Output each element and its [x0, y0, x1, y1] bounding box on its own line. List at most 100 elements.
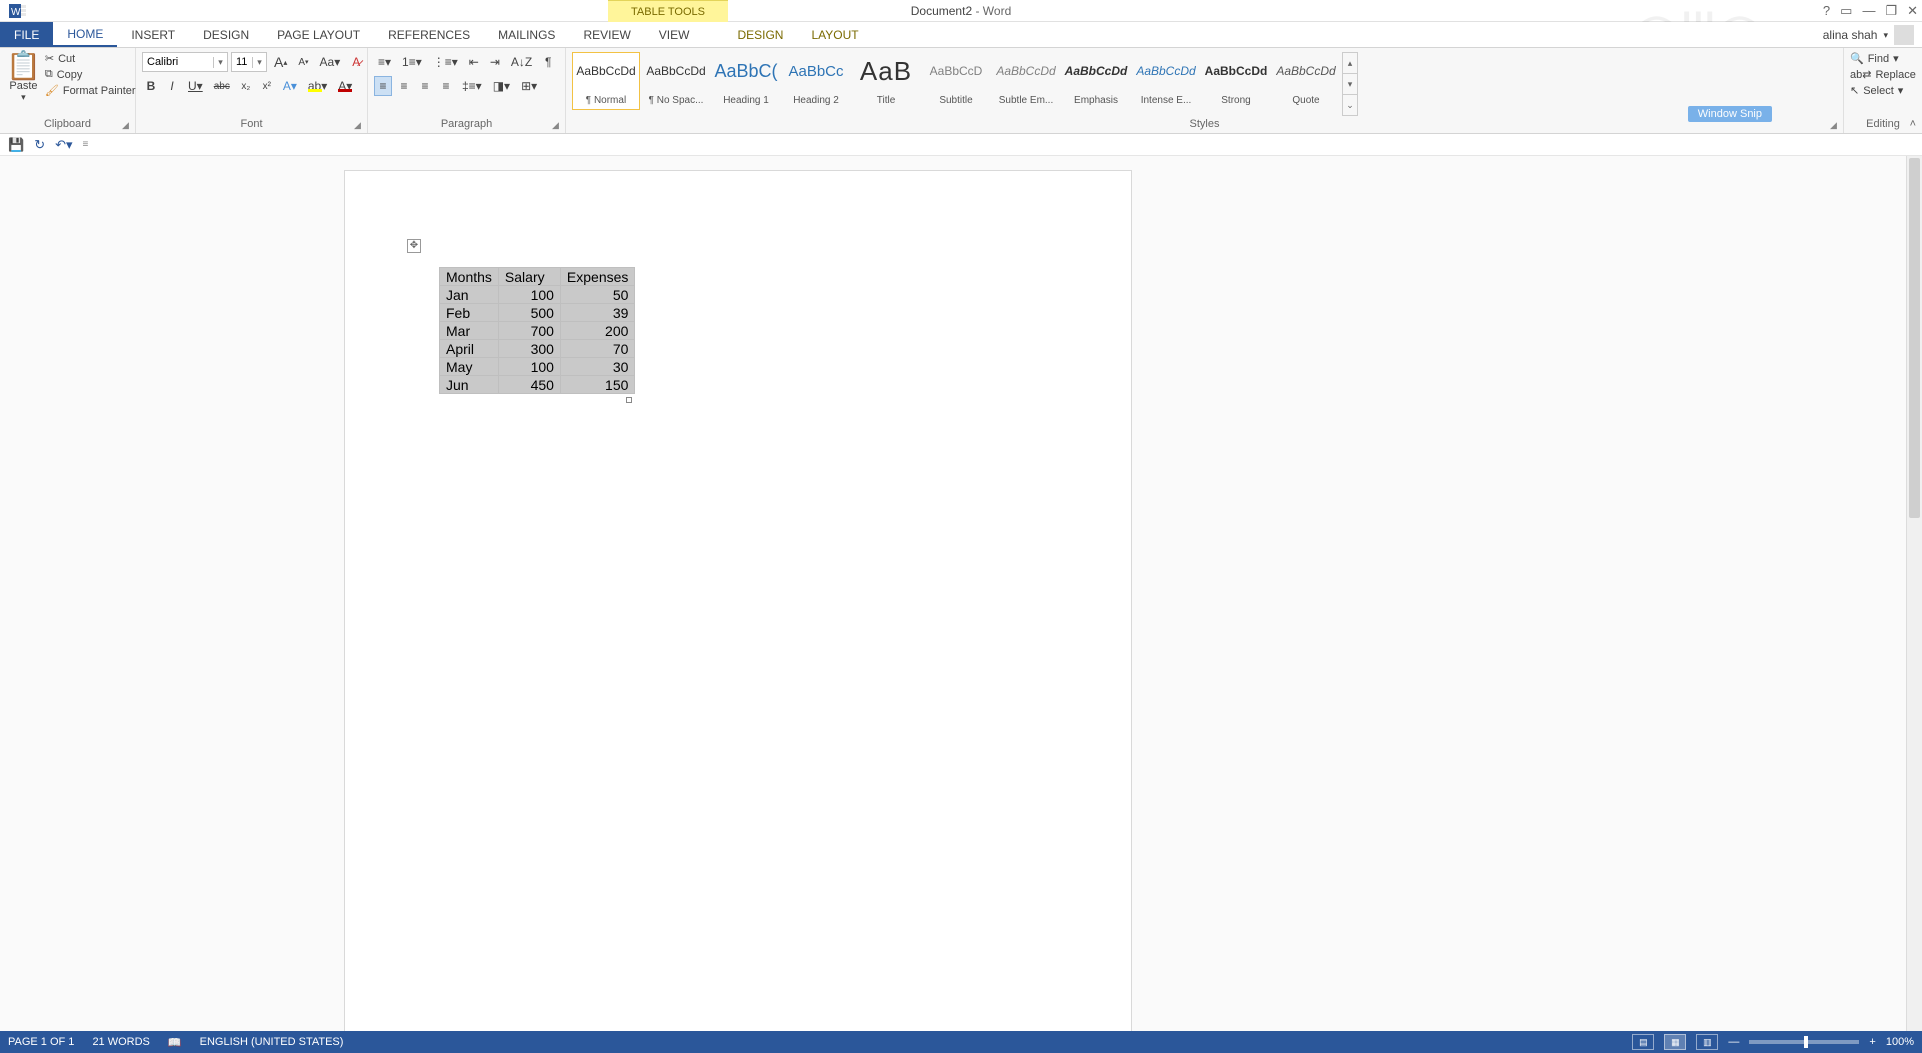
change-case-button[interactable]: Aa▾ — [316, 52, 345, 72]
paragraph-dialog-launcher[interactable]: ◢ — [552, 120, 562, 130]
select-button[interactable]: ↖Select ▾ — [1850, 84, 1903, 97]
web-layout-button[interactable]: ▥ — [1696, 1034, 1718, 1050]
tab-review[interactable]: REVIEW — [569, 22, 644, 47]
redo-button[interactable]: ↻ — [34, 137, 45, 153]
tab-table-design[interactable]: DESIGN — [723, 22, 797, 47]
font-name-combo[interactable]: ▾ — [142, 52, 228, 72]
tab-file[interactable]: FILE — [0, 22, 53, 47]
highlight-button[interactable]: ab▾ — [304, 76, 331, 96]
group-label-font: Font — [142, 116, 361, 133]
style-emphasis[interactable]: AaBbCcDdEmphasis — [1062, 52, 1130, 110]
scrollbar-thumb[interactable] — [1909, 158, 1920, 518]
clipboard-dialog-launcher[interactable]: ◢ — [122, 120, 132, 130]
align-center-button[interactable]: ≡ — [395, 76, 413, 96]
borders-button[interactable]: ⊞▾ — [517, 76, 541, 96]
qat-customize-button[interactable]: ≡ — [83, 139, 89, 150]
tab-table-layout[interactable]: LAYOUT — [797, 22, 872, 47]
superscript-button[interactable]: x² — [258, 76, 276, 96]
align-left-button[interactable]: ≡ — [374, 76, 392, 96]
sort-button[interactable]: A↓Z — [507, 52, 536, 72]
subscript-button[interactable]: x₂ — [237, 76, 255, 96]
text-effects-button[interactable]: A▾ — [279, 76, 301, 96]
zoom-level[interactable]: 100% — [1886, 1036, 1914, 1048]
font-dialog-launcher[interactable]: ◢ — [354, 120, 364, 130]
style-strong[interactable]: AaBbCcDdStrong — [1202, 52, 1270, 110]
status-language[interactable]: ENGLISH (UNITED STATES) — [200, 1036, 344, 1048]
multilevel-list-button[interactable]: ⋮≡▾ — [429, 52, 462, 72]
shrink-font-button[interactable]: A▾ — [294, 52, 312, 72]
vertical-scrollbar[interactable] — [1906, 156, 1922, 1031]
shading-button[interactable]: ◨▾ — [489, 76, 514, 96]
tab-mailings[interactable]: MAILINGS — [484, 22, 569, 47]
style-intense-e-[interactable]: AaBbCcDdIntense E... — [1132, 52, 1200, 110]
quick-access-toolbar: 💾 ↻ ↶▾ ≡ — [0, 134, 1922, 156]
bullets-button[interactable]: ≡▾ — [374, 52, 395, 72]
table-resize-handle[interactable] — [626, 397, 632, 403]
style--no-spac-[interactable]: AaBbCcDd¶ No Spac... — [642, 52, 710, 110]
save-button[interactable]: 💾 — [8, 137, 24, 153]
ribbon-display-options-icon[interactable]: ▭ — [1840, 3, 1852, 19]
close-icon[interactable]: ✕ — [1907, 3, 1918, 19]
strikethrough-button[interactable]: abc — [210, 76, 234, 96]
zoom-in-button[interactable]: + — [1869, 1036, 1875, 1048]
ribbon-tabs: FILE HOME INSERT DESIGN PAGE LAYOUT REFE… — [0, 22, 1922, 48]
increase-indent-button[interactable]: ⇥ — [486, 52, 504, 72]
align-right-button[interactable]: ≡ — [416, 76, 434, 96]
find-button[interactable]: 🔍Find ▾ — [1850, 52, 1899, 65]
undo-button[interactable]: ↶▾ — [55, 137, 72, 153]
line-spacing-button[interactable]: ‡≡▾ — [458, 76, 486, 96]
minimize-icon[interactable]: — — [1862, 3, 1875, 18]
svg-text:W: W — [11, 7, 21, 18]
justify-button[interactable]: ≡ — [437, 76, 455, 96]
style--normal[interactable]: AaBbCcDd¶ Normal — [572, 52, 640, 110]
format-painter-button[interactable]: 🖌Format Painter — [45, 84, 136, 97]
clear-formatting-button[interactable]: A̷ — [347, 52, 365, 72]
font-color-button[interactable]: A▾ — [334, 76, 356, 96]
styles-dialog-launcher[interactable]: ◢ — [1830, 120, 1840, 130]
replace-button[interactable]: ab⇄Replace — [1850, 68, 1916, 81]
paste-button[interactable]: 📋 Paste ▾ — [6, 52, 41, 103]
page[interactable]: ✥ MonthsSalaryExpensesJan10050Feb50039Ma… — [345, 171, 1131, 1031]
status-page[interactable]: PAGE 1 OF 1 — [8, 1036, 74, 1048]
style-heading-2[interactable]: AaBbCcHeading 2 — [782, 52, 850, 110]
style-subtitle[interactable]: AaBbCcDSubtitle — [922, 52, 990, 110]
tab-references[interactable]: REFERENCES — [374, 22, 484, 47]
style-heading-1[interactable]: AaBbC(Heading 1 — [712, 52, 780, 110]
font-name-input[interactable] — [143, 56, 213, 68]
tab-insert[interactable]: INSERT — [117, 22, 189, 47]
styles-scroll[interactable]: ▴▾⌄ — [1342, 52, 1358, 116]
zoom-out-button[interactable]: — — [1728, 1036, 1739, 1048]
font-size-input[interactable] — [232, 56, 252, 68]
italic-button[interactable]: I — [163, 76, 181, 96]
font-size-combo[interactable]: ▾ — [231, 52, 267, 72]
collapse-ribbon-button[interactable]: ˄ — [1910, 118, 1916, 130]
group-clipboard: 📋 Paste ▾ ✂Cut ⧉Copy 🖌Format Painter Cli… — [0, 48, 136, 133]
restore-icon[interactable]: ❐ — [1885, 3, 1897, 19]
copy-button[interactable]: ⧉Copy — [45, 68, 136, 81]
document-table[interactable]: MonthsSalaryExpensesJan10050Feb50039Mar7… — [439, 267, 635, 394]
tab-page-layout[interactable]: PAGE LAYOUT — [263, 22, 374, 47]
status-words[interactable]: 21 WORDS — [92, 1036, 149, 1048]
binoculars-icon: 🔍 — [1850, 52, 1864, 65]
style-title[interactable]: AaBTitle — [852, 52, 920, 110]
user-account[interactable]: alina shah▾ — [1823, 22, 1914, 48]
bold-button[interactable]: B — [142, 76, 160, 96]
decrease-indent-button[interactable]: ⇤ — [465, 52, 483, 72]
zoom-slider[interactable] — [1749, 1040, 1859, 1044]
tab-home[interactable]: HOME — [53, 22, 117, 47]
underline-button[interactable]: U▾ — [184, 76, 207, 96]
show-hide-button[interactable]: ¶ — [539, 52, 557, 72]
grow-font-button[interactable]: A▴ — [270, 52, 291, 72]
style-quote[interactable]: AaBbCcDdQuote — [1272, 52, 1340, 110]
scissors-icon: ✂ — [45, 52, 54, 65]
read-mode-button[interactable]: ▤ — [1632, 1034, 1654, 1050]
print-layout-button[interactable]: ▦ — [1664, 1034, 1686, 1050]
tab-design[interactable]: DESIGN — [189, 22, 263, 47]
cut-button[interactable]: ✂Cut — [45, 52, 136, 65]
tab-view[interactable]: VIEW — [645, 22, 704, 47]
numbering-button[interactable]: 1≡▾ — [398, 52, 426, 72]
status-proofing[interactable]: 📖 — [168, 1036, 182, 1049]
table-move-handle[interactable]: ✥ — [407, 239, 421, 253]
help-icon[interactable]: ? — [1823, 3, 1830, 18]
style-subtle-em-[interactable]: AaBbCcDdSubtle Em... — [992, 52, 1060, 110]
